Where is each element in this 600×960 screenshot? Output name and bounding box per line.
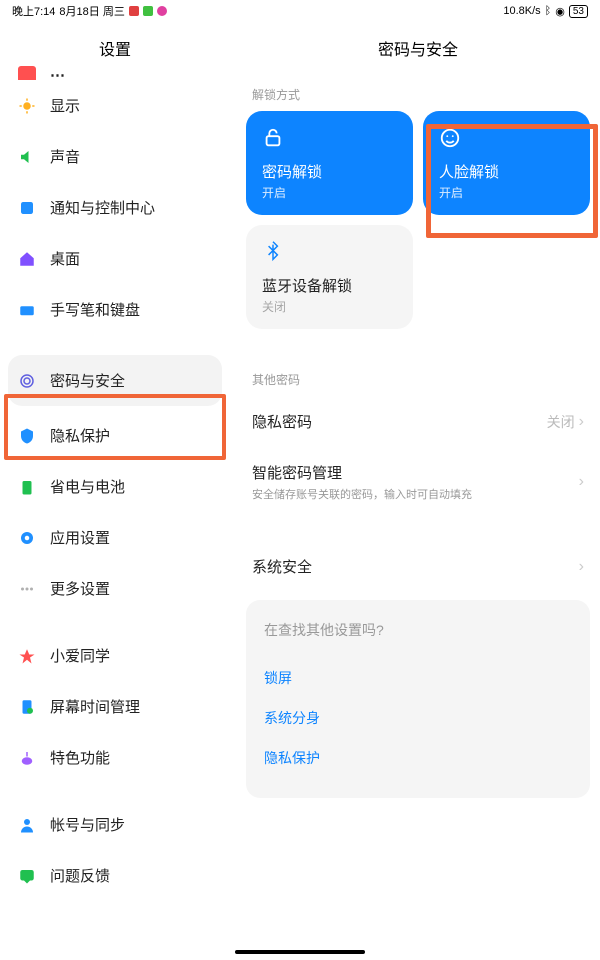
sidebar-icon [18, 647, 36, 665]
sidebar-label: 帐号与同步 [50, 814, 125, 835]
card-sub: 开启 [262, 184, 397, 201]
sidebar-icon [18, 148, 36, 166]
generic-icon [18, 66, 36, 80]
card-title: 密码解锁 [262, 161, 397, 182]
sidebar-label: 更多设置 [50, 578, 110, 599]
sidebar-icon [18, 250, 36, 268]
sidebar-item-手写笔和键盘[interactable]: 手写笔和键盘 [0, 284, 230, 335]
sidebar-label: 小爱同学 [50, 645, 110, 666]
sidebar-icon [18, 97, 36, 115]
status-network: 10.8K/s [503, 5, 540, 17]
sidebar-icon [18, 301, 36, 319]
sidebar-item-隐私保护[interactable]: 隐私保护 [0, 410, 230, 461]
sidebar-icon [18, 698, 36, 716]
item-value: 关闭 [547, 412, 575, 432]
sidebar-label: 密码与安全 [50, 370, 125, 391]
sidebar-label: 桌面 [50, 248, 80, 269]
item-title: 隐私密码 [252, 411, 312, 432]
sidebar-icon [18, 749, 36, 767]
status-bar: 晚上7:14 8月18日 周三 10.8K/s ᛒ ◉ 53 [0, 0, 600, 22]
card-title: 人脸解锁 [439, 161, 574, 182]
status-time: 晚上7:14 [12, 3, 55, 19]
card-title: 蓝牙设备解锁 [262, 275, 397, 296]
item-title: 系统安全 [252, 556, 312, 577]
sidebar-icon [18, 529, 36, 547]
sidebar-item-密码与安全[interactable]: 密码与安全 [8, 355, 222, 406]
sidebar-item-通知与控制中心[interactable]: 通知与控制中心 [0, 182, 230, 233]
sidebar-label: 声音 [50, 146, 80, 167]
status-app-icon [143, 6, 153, 16]
sidebar-label: 屏幕时间管理 [50, 696, 140, 717]
sidebar-label: 应用设置 [50, 527, 110, 548]
sidebar-icon [18, 816, 36, 834]
sidebar-item-truncated[interactable]: ⋯ [0, 66, 230, 80]
battery-icon: 53 [569, 5, 588, 18]
sidebar-icon [18, 372, 36, 390]
item-smart-password[interactable]: 智能密码管理 安全储存账号关联的密码，输入时可自动填充 › [246, 447, 590, 517]
bluetooth-icon: ᛒ [545, 5, 552, 17]
card-face-unlock[interactable]: 人脸解锁 开启 [423, 111, 590, 215]
search-suggestions: 在查找其他设置吗? 锁屏 系统分身 隐私保护 [246, 600, 590, 798]
card-bluetooth-unlock[interactable]: 蓝牙设备解锁 关闭 [246, 225, 413, 329]
sidebar-item-小爱同学[interactable]: 小爱同学 [0, 630, 230, 681]
sidebar-item-显示[interactable]: 显示 [0, 80, 230, 131]
card-sub: 关闭 [262, 298, 397, 315]
status-app-icon [129, 6, 139, 16]
sidebar-label: 省电与电池 [50, 476, 125, 497]
sidebar-item-应用设置[interactable]: 应用设置 [0, 512, 230, 563]
search-question: 在查找其他设置吗? [264, 620, 572, 640]
wifi-icon: ◉ [555, 5, 565, 18]
sidebar-item-更多设置[interactable]: 更多设置 [0, 563, 230, 614]
sidebar-item-声音[interactable]: 声音 [0, 131, 230, 182]
lock-icon [262, 127, 284, 149]
status-app-icon [157, 6, 167, 16]
sidebar-label: 通知与控制中心 [50, 197, 155, 218]
sidebar-icon [18, 867, 36, 885]
sidebar-label: 特色功能 [50, 747, 110, 768]
search-link-lockscreen[interactable]: 锁屏 [264, 658, 572, 698]
item-privacy-password[interactable]: 隐私密码 关闭› [246, 396, 590, 447]
page-title: 密码与安全 [246, 22, 590, 78]
chevron-right-icon: › [579, 558, 584, 576]
main-panel: 密码与安全 解锁方式 密码解锁 开启 人脸解锁 开启 蓝牙设备解锁 关闭 其他密… [230, 22, 600, 960]
sidebar-item-省电与电池[interactable]: 省电与电池 [0, 461, 230, 512]
chevron-right-icon: › [579, 473, 584, 491]
sidebar-icon [18, 478, 36, 496]
face-icon [439, 127, 461, 149]
sidebar-label: 问题反馈 [50, 865, 110, 886]
item-sub: 安全储存账号关联的密码，输入时可自动填充 [252, 486, 472, 502]
sidebar-icon [18, 580, 36, 598]
sidebar-icon [18, 199, 36, 217]
sidebar: 设置 ⋯ 显示声音通知与控制中心桌面手写笔和键盘 密码与安全隐私保护省电与电池应… [0, 22, 230, 960]
sidebar-item-桌面[interactable]: 桌面 [0, 233, 230, 284]
section-other-label: 其他密码 [246, 363, 590, 396]
sidebar-item-特色功能[interactable]: 特色功能 [0, 732, 230, 783]
section-unlock-label: 解锁方式 [246, 78, 590, 111]
sidebar-item-帐号与同步[interactable]: 帐号与同步 [0, 799, 230, 850]
home-indicator[interactable] [235, 950, 365, 954]
sidebar-item-问题反馈[interactable]: 问题反馈 [0, 850, 230, 901]
sidebar-item-屏幕时间管理[interactable]: 屏幕时间管理 [0, 681, 230, 732]
sidebar-label: 显示 [50, 95, 80, 116]
sidebar-title: 设置 [0, 22, 230, 70]
status-date: 8月18日 周三 [59, 3, 124, 19]
search-link-secondspace[interactable]: 系统分身 [264, 698, 572, 738]
card-sub: 开启 [439, 184, 574, 201]
item-title: 智能密码管理 [252, 462, 472, 483]
chevron-right-icon: › [579, 413, 584, 431]
card-password-unlock[interactable]: 密码解锁 开启 [246, 111, 413, 215]
item-system-security[interactable]: 系统安全 › [246, 541, 590, 592]
search-link-privacy[interactable]: 隐私保护 [264, 738, 572, 778]
sidebar-label: 手写笔和键盘 [50, 299, 140, 320]
bluetooth-icon [262, 241, 284, 263]
sidebar-label: 隐私保护 [50, 425, 110, 446]
sidebar-icon [18, 427, 36, 445]
